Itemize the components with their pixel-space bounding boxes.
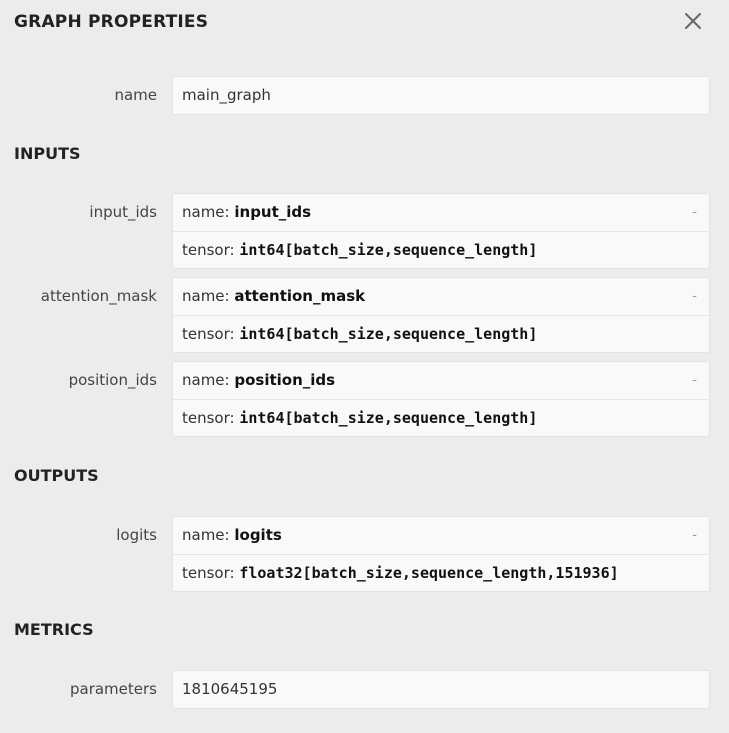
graph-name-label: name: [114, 86, 157, 104]
output-card-logits: name: logits - tensor: float32[batch_siz…: [172, 516, 710, 592]
name-prefix: name:: [182, 287, 235, 305]
input-name-value: position_ids: [234, 371, 336, 389]
parameters-value: 1810645195: [182, 680, 278, 698]
input-label-attention-mask: attention_mask: [40, 287, 157, 305]
input-tensor-line: tensor: int64[batch_size,sequence_length…: [173, 399, 709, 437]
panel-title: GRAPH PROPERTIES: [14, 12, 209, 32]
input-card-position-ids: name: position_ids - tensor: int64[batch…: [172, 361, 710, 437]
close-button[interactable]: [680, 8, 706, 34]
output-label-logits: logits: [116, 526, 157, 544]
input-label-input-ids: input_ids: [89, 203, 157, 221]
close-icon: [685, 13, 701, 29]
tensor-prefix: tensor:: [182, 241, 240, 259]
input-tensor-line: tensor: int64[batch_size,sequence_length…: [173, 315, 709, 353]
output-tensor-line: tensor: float32[batch_size,sequence_leng…: [173, 554, 709, 592]
metrics-section-title: METRICS: [14, 620, 94, 639]
collapse-toggle[interactable]: -: [692, 362, 697, 399]
input-tensor-type: int64[batch_size,sequence_length]: [239, 325, 538, 343]
graph-properties-panel: GRAPH PROPERTIES name main_graph INPUTS …: [0, 0, 729, 733]
outputs-section-title: OUTPUTS: [14, 466, 99, 485]
tensor-prefix: tensor:: [182, 564, 240, 582]
output-name-value: logits: [234, 526, 282, 544]
input-name-line: name: attention_mask -: [173, 278, 709, 315]
input-tensor-type: int64[batch_size,sequence_length]: [239, 409, 538, 427]
parameters-label: parameters: [69, 680, 157, 698]
name-prefix: name:: [182, 371, 235, 389]
name-prefix: name:: [182, 526, 235, 544]
tensor-prefix: tensor:: [182, 325, 240, 343]
collapse-toggle[interactable]: -: [692, 278, 697, 315]
input-card-attention-mask: name: attention_mask - tensor: int64[bat…: [172, 277, 710, 353]
input-tensor-line: tensor: int64[batch_size,sequence_length…: [173, 231, 709, 269]
output-name-line: name: logits -: [173, 517, 709, 554]
graph-name-field: main_graph: [172, 76, 710, 115]
name-prefix: name:: [182, 203, 235, 221]
input-name-value: attention_mask: [234, 287, 366, 305]
input-name-value: input_ids: [234, 203, 312, 221]
input-name-line: name: position_ids -: [173, 362, 709, 399]
inputs-section-title: INPUTS: [14, 144, 81, 163]
output-tensor-type: float32[batch_size,sequence_length,15193…: [239, 564, 619, 582]
input-card-input-ids: name: input_ids - tensor: int64[batch_si…: [172, 193, 710, 269]
tensor-prefix: tensor:: [182, 409, 240, 427]
collapse-toggle[interactable]: -: [692, 517, 697, 554]
input-name-line: name: input_ids -: [173, 194, 709, 231]
graph-name-value: main_graph: [182, 86, 271, 104]
parameters-field: 1810645195: [172, 670, 710, 709]
collapse-toggle[interactable]: -: [692, 194, 697, 231]
input-tensor-type: int64[batch_size,sequence_length]: [239, 241, 538, 259]
input-label-position-ids: position_ids: [68, 371, 157, 389]
